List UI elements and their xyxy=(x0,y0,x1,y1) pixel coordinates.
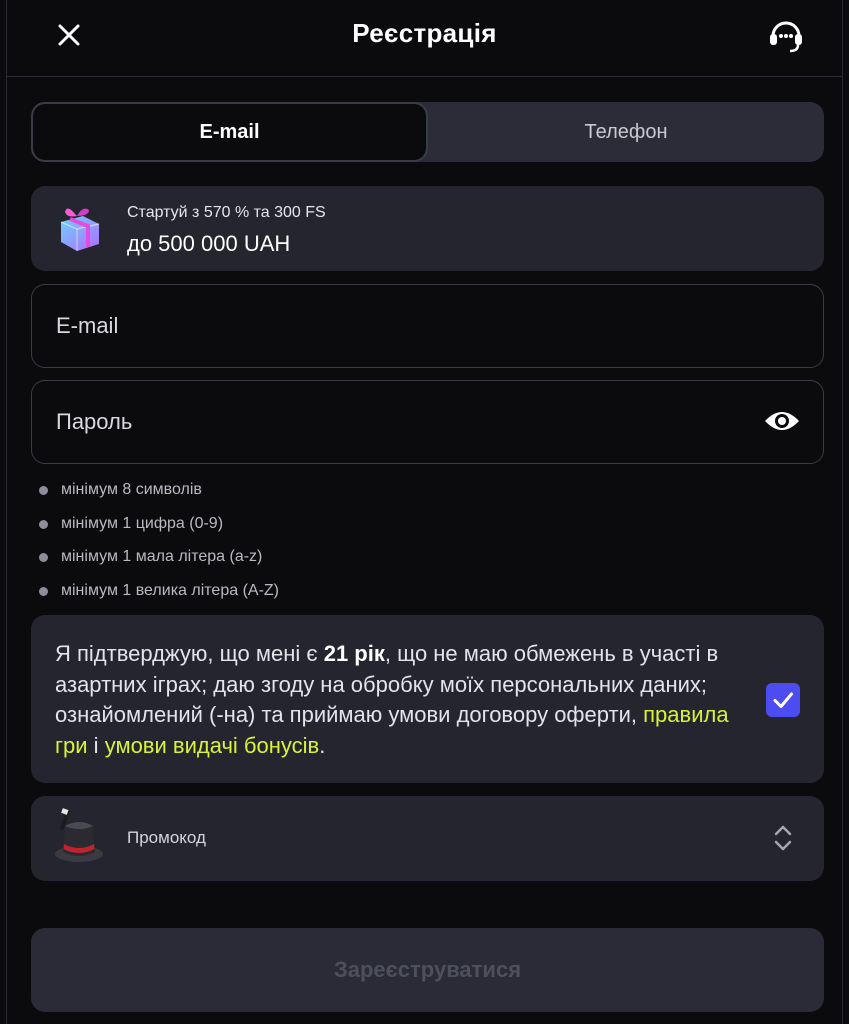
consent-text: Я підтверджую, що мені є 21 рік, що не м… xyxy=(55,639,755,761)
consent-text-start: Я підтверджую, що мені є xyxy=(55,641,324,666)
password-field-container xyxy=(31,380,824,464)
terms-checkbox[interactable] xyxy=(766,683,800,717)
requirement-text: мінімум 1 велика літера (A-Z) xyxy=(61,581,279,599)
headset-icon xyxy=(770,21,802,53)
welcome-bonus-banner: Стартуй з 570 % та 300 FS до 500 000 UAH xyxy=(31,186,824,271)
tab-phone[interactable]: Телефон xyxy=(428,102,824,162)
list-item: мінімум 1 цифра (0-9) xyxy=(37,512,437,546)
bullet-icon xyxy=(39,486,48,495)
bullet-icon xyxy=(39,553,48,562)
requirement-text: мінімум 1 цифра (0-9) xyxy=(61,514,224,532)
promo-code-label: Промокод xyxy=(127,828,206,847)
password-input[interactable] xyxy=(54,381,758,463)
promo-code-toggle[interactable]: Промокод xyxy=(31,796,824,881)
register-button[interactable]: Зареєструватися xyxy=(31,928,824,1012)
support-button[interactable] xyxy=(766,16,806,54)
list-item: мінімум 1 велика літера (A-Z) xyxy=(37,579,437,613)
requirement-text: мінімум 8 символів xyxy=(61,481,202,498)
registration-method-tabs: E-mail Телефон xyxy=(31,102,824,162)
page-title: Реєстрація xyxy=(352,18,497,48)
list-item: мінімум 8 символів xyxy=(37,478,437,512)
bonus-terms-link[interactable]: умови видачі бонусів xyxy=(105,733,320,758)
toggle-password-visibility-button[interactable] xyxy=(763,407,801,435)
bonus-amount: до 500 000 UAH xyxy=(127,231,291,256)
chevron-up-down-icon xyxy=(774,825,792,851)
bullet-icon xyxy=(39,586,48,596)
magic-hat-icon xyxy=(55,808,103,862)
modal-header: Реєстрація xyxy=(7,0,842,77)
tab-email[interactable]: E-mail xyxy=(31,102,428,162)
requirement-text: мінімум 1 мала літера (a-z) xyxy=(61,548,263,565)
email-field-container xyxy=(31,284,824,368)
list-item: мінімум 1 мала літера (a-z) xyxy=(37,545,437,579)
consent-text-end: . xyxy=(319,732,326,758)
email-input[interactable] xyxy=(54,285,758,367)
gift-icon xyxy=(60,208,100,251)
eye-icon xyxy=(765,412,799,430)
bonus-title: Стартуй з 570 % та 300 FS xyxy=(127,204,326,221)
checkmark-icon xyxy=(773,692,793,708)
terms-consent-block: Я підтверджую, що мені є 21 рік, що не м… xyxy=(31,615,824,783)
age-requirement: 21 рік xyxy=(323,641,385,666)
password-requirements-list: мінімум 8 символів мінімум 1 цифра (0-9)… xyxy=(37,478,437,612)
bullet-icon xyxy=(39,519,48,529)
consent-conjunction: і xyxy=(87,732,105,758)
registration-modal: Реєстрація E-mail Телефон Стартуй з 570 … xyxy=(6,0,843,1024)
